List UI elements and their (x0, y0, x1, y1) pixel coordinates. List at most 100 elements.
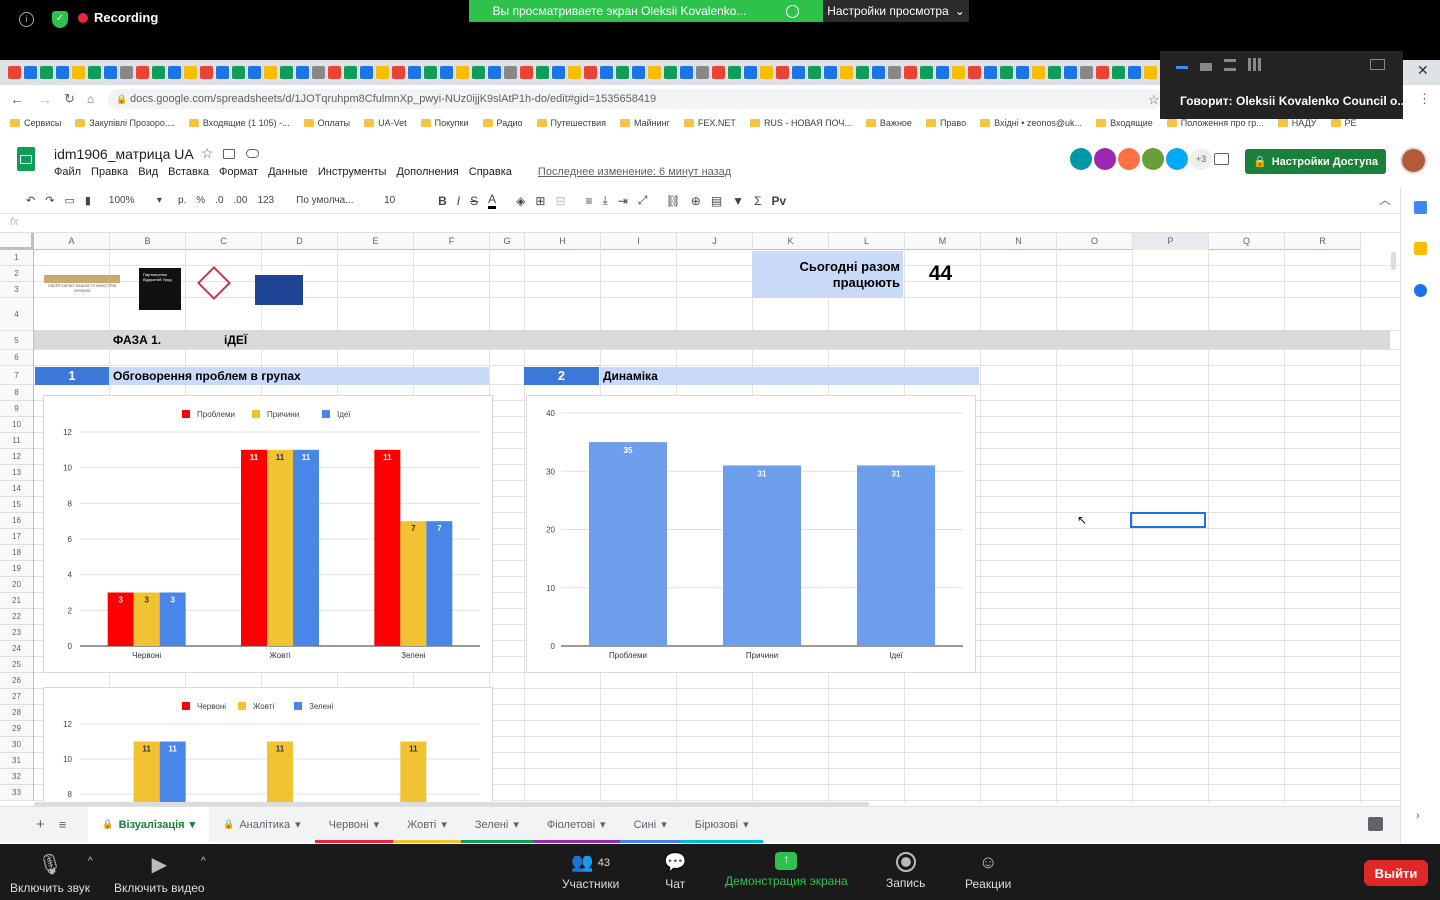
browser-tab[interactable] (184, 66, 197, 79)
unmute-button[interactable]: 🎙 Включить звук (10, 852, 90, 895)
browser-tab[interactable] (792, 66, 805, 79)
browser-tab[interactable] (536, 66, 549, 79)
menu-item[interactable]: Правка (91, 166, 128, 178)
recording-indicator[interactable]: Recording (78, 10, 158, 25)
close-icon[interactable]: ✕ (1417, 62, 1429, 79)
browser-tab[interactable] (8, 66, 21, 79)
browser-tab[interactable] (680, 66, 693, 79)
browser-tab[interactable] (952, 66, 965, 79)
increase-decimal-button[interactable]: .00 (234, 195, 248, 206)
column-header[interactable]: E (338, 233, 414, 250)
browser-tab[interactable] (472, 66, 485, 79)
section1-number[interactable]: 1 (35, 367, 109, 385)
row-header[interactable]: 22 (0, 609, 33, 625)
leave-button[interactable]: Выйти (1364, 860, 1428, 886)
chevron-down-icon[interactable]: ▾ (374, 818, 380, 831)
decrease-decimal-button[interactable]: .0 (215, 195, 223, 206)
row-header[interactable]: 32 (0, 769, 33, 785)
formula-bar[interactable]: fx (0, 214, 1400, 233)
layout-icon[interactable] (1200, 63, 1212, 71)
sheet-tab[interactable]: 🔒 Візуалізація ▾ (88, 806, 210, 843)
browser-tab[interactable] (648, 66, 661, 79)
tasks-icon[interactable] (1414, 284, 1427, 297)
column-header[interactable]: B (110, 233, 186, 250)
sheets-logo-icon[interactable] (17, 147, 35, 171)
row-header[interactable]: 7 (0, 366, 33, 385)
record-button[interactable]: Запись (886, 852, 925, 890)
filter-icon[interactable]: ▼ (732, 194, 744, 208)
browser-tab[interactable] (664, 66, 677, 79)
row-header[interactable]: 13 (0, 465, 33, 481)
browser-tab[interactable] (136, 66, 149, 79)
browser-tab[interactable] (696, 66, 709, 79)
row-header[interactable]: 9 (0, 401, 33, 417)
star-icon[interactable]: ☆ (201, 145, 214, 162)
bookmark-item[interactable]: Закупівлі Прозоро.... (75, 118, 175, 128)
menu-item[interactable]: Вставка (168, 166, 209, 178)
column-header[interactable]: J (677, 233, 753, 250)
row-header[interactable]: 8 (0, 385, 33, 401)
link-icon[interactable]: ⛓ (666, 194, 681, 208)
chevron-up-icon[interactable]: ^ (88, 856, 93, 867)
italic-icon[interactable]: I (457, 194, 460, 208)
column-header[interactable]: D (262, 233, 338, 250)
bookmark-item[interactable]: Вхідні • zeonos@uk... (980, 118, 1082, 128)
start-video-button[interactable]: ▶ Включить видео (114, 852, 205, 895)
bookmark-item[interactable]: Оплаты (303, 118, 350, 128)
browser-tab[interactable] (296, 66, 309, 79)
bookmark-item[interactable]: Радио (482, 118, 523, 128)
home-icon[interactable]: ⌂ (87, 92, 94, 106)
sheet-tab[interactable]: Червоні ▾ (314, 807, 394, 843)
row-header[interactable]: 31 (0, 753, 33, 769)
browser-tab[interactable] (488, 66, 501, 79)
functions-icon[interactable]: Σ (754, 194, 761, 208)
row-header[interactable]: 10 (0, 417, 33, 433)
browser-tab[interactable] (104, 66, 117, 79)
text-color-icon[interactable]: A (488, 192, 497, 209)
keep-icon[interactable] (1414, 242, 1427, 255)
browser-tab[interactable] (88, 66, 101, 79)
rotate-icon[interactable]: ⤢ (638, 193, 648, 208)
view-options-button[interactable]: Настройки просмотра ⌄ (823, 0, 969, 22)
browser-tab[interactable] (568, 66, 581, 79)
browser-tab[interactable] (56, 66, 69, 79)
browser-tab[interactable] (824, 66, 837, 79)
browser-tab[interactable] (168, 66, 181, 79)
menu-item[interactable]: Вид (138, 166, 158, 178)
chevron-down-icon[interactable]: ▾ (661, 818, 667, 831)
undo-icon[interactable]: ↶ (26, 194, 35, 207)
browser-tab[interactable] (264, 66, 277, 79)
chart-dynamics[interactable]: 0 10 20 30 40 35 Проблеми 31 Причини 31 Ідеї (526, 395, 976, 673)
bookmark-item[interactable]: PE (1330, 118, 1357, 128)
column-header[interactable]: A (34, 233, 110, 250)
menu-item[interactable]: Справка (469, 166, 512, 178)
column-header[interactable]: Q (1209, 233, 1285, 250)
column-header[interactable]: R (1285, 233, 1361, 250)
url-field[interactable]: 🔒 docs.google.com/spreadsheets/d/1JOTqruh… (108, 89, 1163, 109)
sheet-tab[interactable]: 🔒 Аналітика ▾ (209, 807, 315, 843)
minimize-icon[interactable] (1176, 66, 1188, 69)
kebab-menu-icon[interactable]: ⋮ (1418, 91, 1431, 107)
row-header[interactable]: 33 (0, 785, 33, 801)
column-header[interactable]: L (829, 233, 905, 250)
chevron-down-icon[interactable]: ▾ (295, 818, 301, 831)
avatar[interactable] (1118, 148, 1140, 170)
sheet-tab[interactable]: Фіолетові ▾ (532, 807, 620, 843)
browser-tab[interactable] (600, 66, 613, 79)
back-icon[interactable]: ← (10, 91, 24, 107)
row-header[interactable]: 30 (0, 737, 33, 753)
chevron-down-icon[interactable]: ▾ (513, 818, 519, 831)
sheet-tab[interactable]: Жовті ▾ (393, 807, 461, 843)
browser-tab[interactable] (968, 66, 981, 79)
browser-tab[interactable] (1032, 66, 1045, 79)
browser-tab[interactable] (440, 66, 453, 79)
number-format-button[interactable]: 123 (257, 195, 274, 206)
browser-tab[interactable] (120, 66, 133, 79)
row-header[interactable]: 2 (0, 266, 33, 282)
browser-tab[interactable] (616, 66, 629, 79)
comments-icon[interactable] (1214, 153, 1229, 165)
browser-tab[interactable] (872, 66, 885, 79)
align-icon[interactable]: ≡ (586, 194, 593, 208)
bookmark-item[interactable]: RUS - НОВАЯ ПОЧ... (749, 118, 852, 128)
print-icon[interactable]: ▭ (64, 194, 74, 207)
